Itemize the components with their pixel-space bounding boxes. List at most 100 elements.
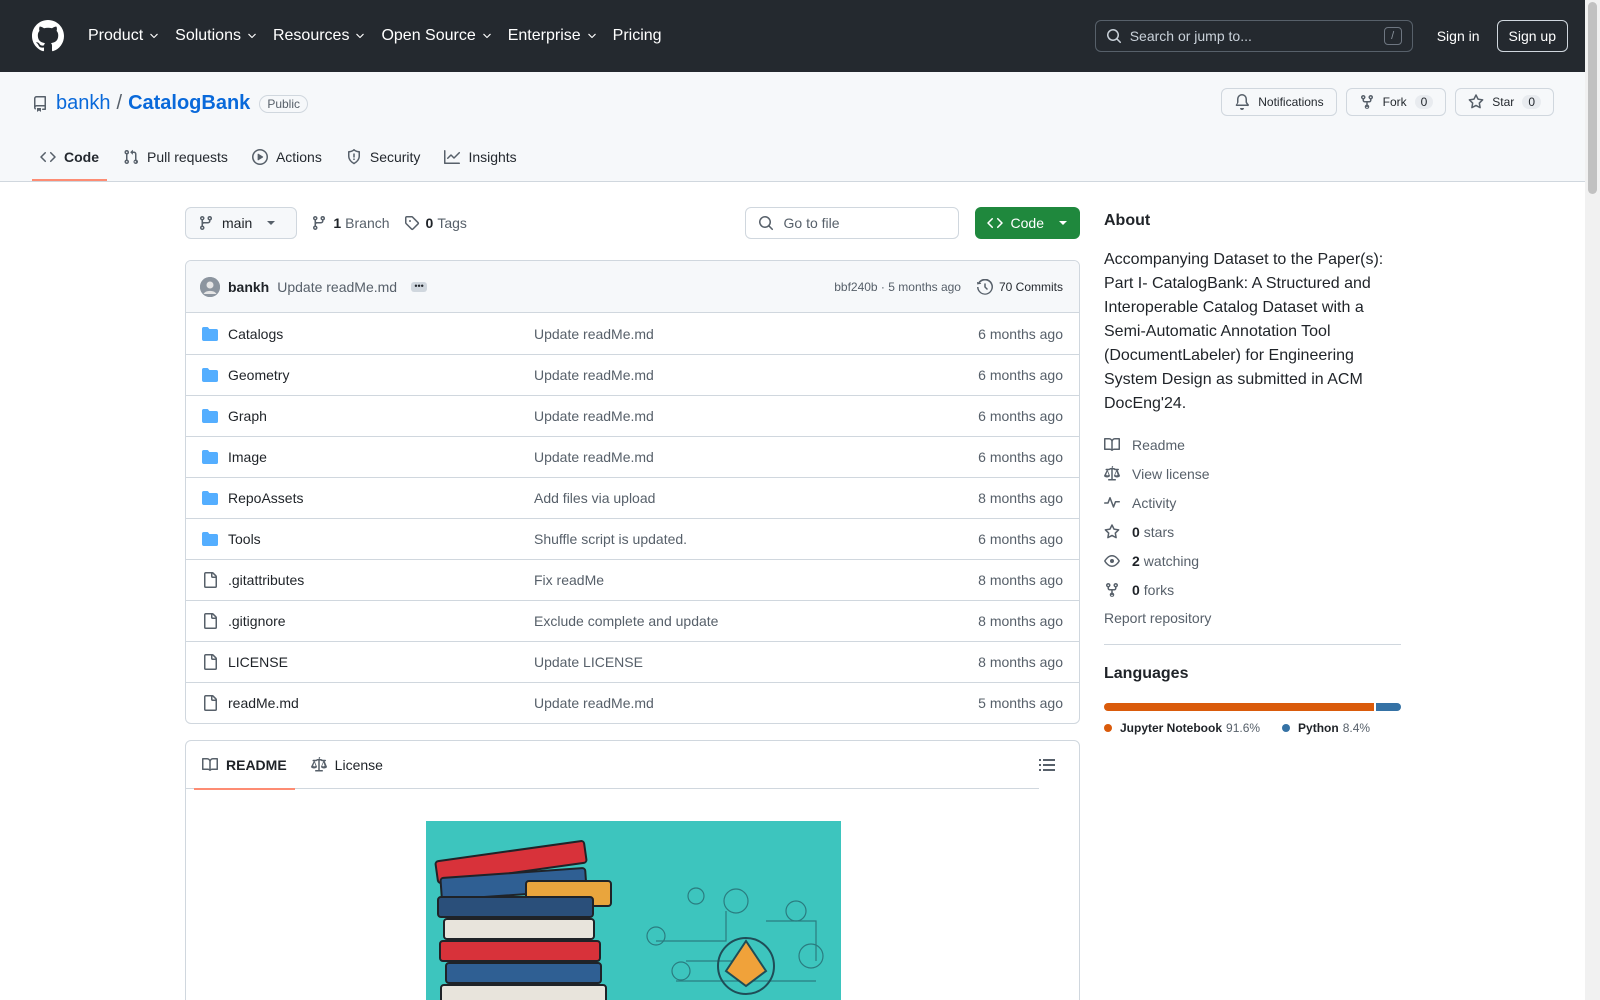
- commits-history-link[interactable]: 70 Commits: [976, 278, 1063, 295]
- scrollbar-thumb[interactable]: [1588, 2, 1597, 194]
- branches-link[interactable]: 1 Branch: [311, 215, 390, 231]
- repo-owner-link[interactable]: bankh: [56, 92, 111, 115]
- report-repository-link[interactable]: Report repository: [1104, 610, 1401, 626]
- file-last-commit[interactable]: Shuffle script is updated.: [534, 531, 978, 547]
- file-name-cell[interactable]: Geometry: [202, 367, 534, 383]
- table-row[interactable]: Graph Update readMe.md 6 months ago: [186, 395, 1079, 436]
- file-icon: [204, 654, 217, 670]
- nav-item-enterprise[interactable]: Enterprise: [508, 27, 598, 45]
- readme-tab-label: License: [334, 756, 383, 773]
- nav-item-pricing[interactable]: Pricing: [613, 27, 662, 45]
- file-last-commit[interactable]: Add files via upload: [534, 490, 978, 506]
- file-name-cell[interactable]: Image: [202, 449, 534, 465]
- avatar[interactable]: [200, 276, 220, 297]
- file-name[interactable]: Geometry: [228, 367, 289, 383]
- history-icon: [976, 278, 993, 295]
- tab-insights[interactable]: Insights: [436, 133, 524, 181]
- table-row[interactable]: Geometry Update readMe.md 6 months ago: [186, 354, 1079, 395]
- file-last-commit[interactable]: Update readMe.md: [534, 326, 978, 342]
- file-last-commit[interactable]: Update readMe.md: [534, 408, 978, 424]
- readme-tab-readme[interactable]: README: [194, 741, 295, 790]
- language-color-dot: [1104, 724, 1112, 732]
- table-row[interactable]: readMe.md Update readMe.md 5 months ago: [186, 682, 1079, 723]
- file-name-cell[interactable]: Graph: [202, 408, 534, 424]
- file-last-commit[interactable]: Update readMe.md: [534, 367, 978, 383]
- file-name-cell[interactable]: readMe.md: [202, 695, 534, 711]
- tab-code[interactable]: Code: [32, 133, 107, 181]
- commit-message[interactable]: Update readMe.md: [277, 279, 397, 295]
- code-dropdown-button[interactable]: Code: [974, 207, 1080, 239]
- file-name[interactable]: .gitattributes: [228, 572, 304, 588]
- about-link-forks[interactable]: 0 forks: [1104, 575, 1401, 604]
- tab-pull-requests[interactable]: Pull requests: [115, 133, 236, 181]
- table-row[interactable]: Catalogs Update readMe.md 6 months ago: [186, 313, 1079, 354]
- readme-tab-license[interactable]: License: [303, 741, 391, 789]
- about-links: Readme View license Activity 0 stars 2 watchin…: [1104, 430, 1401, 604]
- repo-name-link[interactable]: CatalogBank: [128, 92, 250, 115]
- tab-actions[interactable]: Actions: [244, 133, 330, 181]
- nav-item-open-source[interactable]: Open Source: [381, 27, 492, 45]
- tab-security[interactable]: Security: [338, 133, 429, 181]
- about-link-readme[interactable]: Readme: [1104, 430, 1401, 459]
- commit-author[interactable]: bankh: [228, 279, 269, 295]
- file-name[interactable]: Graph: [228, 408, 267, 424]
- bell-icon: [1235, 94, 1250, 110]
- file-last-commit[interactable]: Fix readMe: [534, 572, 978, 588]
- file-name-cell[interactable]: Catalogs: [202, 326, 534, 342]
- file-name[interactable]: Tools: [228, 531, 261, 547]
- repo-icon: [34, 95, 46, 112]
- git-branch-icon: [313, 215, 326, 231]
- file-last-commit[interactable]: Update readMe.md: [534, 695, 978, 711]
- file-name[interactable]: LICENSE: [228, 654, 288, 670]
- tags-link[interactable]: 0 Tags: [404, 215, 467, 231]
- about-link-view-license[interactable]: View license: [1104, 459, 1401, 488]
- file-last-commit[interactable]: Update readMe.md: [534, 449, 978, 465]
- page-scrollbar[interactable]: [1585, 0, 1600, 1000]
- commit-hash-and-time[interactable]: bbf240b · 5 months ago: [834, 280, 961, 294]
- table-row[interactable]: Image Update readMe.md 6 months ago: [186, 436, 1079, 477]
- sign-up-button[interactable]: Sign up: [1496, 20, 1568, 52]
- chevron-down-icon: [482, 33, 491, 39]
- file-last-commit[interactable]: Exclude complete and update: [534, 613, 978, 629]
- file-name[interactable]: .gitignore: [228, 613, 286, 629]
- notifications-button[interactable]: Notifications: [1221, 88, 1337, 116]
- file-name[interactable]: readMe.md: [228, 695, 299, 711]
- nav-item-solutions[interactable]: Solutions: [175, 27, 258, 45]
- file-name[interactable]: Catalogs: [228, 326, 283, 342]
- shield-icon: [347, 149, 360, 165]
- table-row[interactable]: .gitattributes Fix readMe 8 months ago: [186, 559, 1079, 600]
- file-name-cell[interactable]: LICENSE: [202, 654, 534, 670]
- about-link-watching[interactable]: 2 watching: [1104, 546, 1401, 575]
- law-icon: [310, 756, 327, 771]
- branch-selector[interactable]: main: [185, 207, 298, 239]
- file-last-commit[interactable]: Update LICENSE: [534, 654, 978, 670]
- about-sidebar: About Accompanying Dataset to the Paper(…: [1104, 182, 1401, 735]
- about-link-activity[interactable]: Activity: [1104, 488, 1401, 517]
- global-search-input[interactable]: Search or jump to... /: [1094, 20, 1413, 52]
- about-link-stars[interactable]: 0 stars: [1104, 517, 1401, 546]
- table-row[interactable]: .gitignore Exclude complete and update 8 m…: [186, 600, 1079, 641]
- outline-list-icon[interactable]: [1033, 751, 1061, 779]
- table-row[interactable]: LICENSE Update LICENSE 8 months ago: [186, 641, 1079, 682]
- language-item[interactable]: Python 8.4%: [1282, 721, 1370, 735]
- language-item[interactable]: Jupyter Notebook 91.6%: [1104, 721, 1260, 735]
- branch-count: 1: [333, 215, 342, 231]
- go-to-file-input[interactable]: Go to file: [744, 207, 959, 239]
- sign-in-link[interactable]: Sign in: [1437, 28, 1480, 44]
- nav-item-product[interactable]: Product: [88, 27, 160, 45]
- nav-item-resources[interactable]: Resources: [273, 27, 366, 45]
- caret-down-icon: [267, 221, 276, 225]
- file-name-cell[interactable]: .gitignore: [202, 613, 534, 629]
- star-button[interactable]: Star 0: [1455, 88, 1554, 116]
- table-row[interactable]: Tools Shuffle script is updated. 6 months …: [186, 518, 1079, 559]
- file-name[interactable]: Image: [228, 449, 267, 465]
- file-name-cell[interactable]: RepoAssets: [202, 490, 534, 506]
- file-name-cell[interactable]: Tools: [202, 531, 534, 547]
- table-row[interactable]: RepoAssets Add files via upload 8 months a…: [186, 477, 1079, 518]
- search-shortcut-key: /: [1383, 27, 1402, 45]
- github-logo-icon[interactable]: [32, 20, 64, 52]
- commit-details-toggle[interactable]: •••: [411, 281, 428, 292]
- file-name[interactable]: RepoAssets: [228, 490, 303, 506]
- fork-button[interactable]: Fork 0: [1345, 88, 1447, 116]
- file-name-cell[interactable]: .gitattributes: [202, 572, 534, 588]
